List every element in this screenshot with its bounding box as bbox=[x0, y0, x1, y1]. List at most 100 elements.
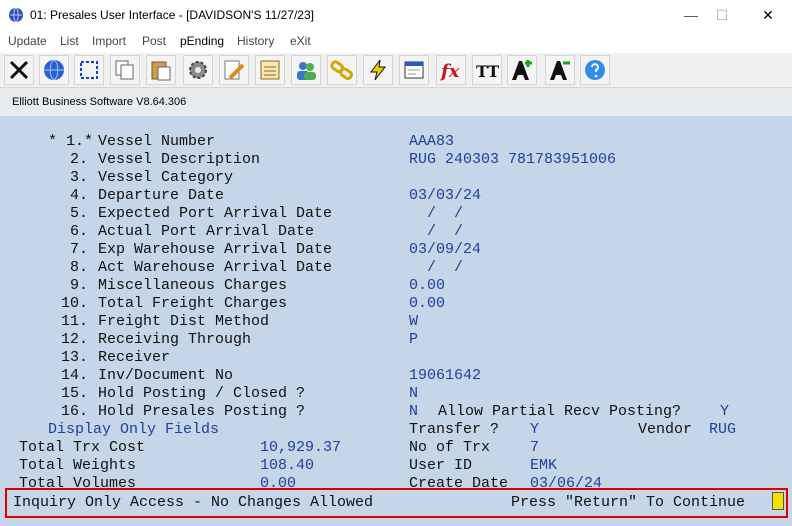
edit-icon[interactable] bbox=[219, 55, 249, 85]
field-mark-8: 8. bbox=[70, 259, 89, 276]
field-label-vessel-category: Vessel Category bbox=[98, 169, 234, 186]
field-label-freight-dist-method: Freight Dist Method bbox=[98, 313, 270, 330]
display-only-heading: Display Only Fields bbox=[48, 421, 220, 438]
field-mark-15: 15. bbox=[61, 385, 89, 402]
menu-update[interactable]: Update bbox=[8, 34, 47, 48]
software-version: Elliott Business Software V8.64.306 bbox=[12, 96, 187, 108]
field-mark-7: 7. bbox=[70, 241, 89, 258]
no-of-trx-label: No of Trx bbox=[409, 439, 491, 456]
field-label-inv-document-no: Inv/Document No bbox=[98, 367, 234, 384]
user-id-value: EMK bbox=[530, 457, 558, 474]
no-of-trx-value: 7 bbox=[530, 439, 540, 456]
field-value-departure-date[interactable]: 03/03/24 bbox=[409, 187, 481, 205]
gear-icon[interactable] bbox=[183, 55, 213, 85]
maximize-button[interactable]: ☐ bbox=[707, 4, 737, 26]
field-label-total-freight-charges: Total Freight Charges bbox=[98, 295, 288, 312]
field-value-total-freight-charges[interactable]: 0.00 bbox=[409, 295, 445, 313]
title-bar: 01: Presales User Interface - [DAVIDSON'… bbox=[0, 0, 792, 31]
allow-partial-label: Allow Partial Recv Posting? bbox=[438, 403, 682, 420]
field-mark-11: 11. bbox=[61, 313, 89, 330]
toolbar: fx TT bbox=[0, 53, 792, 88]
lightning-icon[interactable] bbox=[363, 55, 393, 85]
notes-icon[interactable] bbox=[255, 55, 285, 85]
field-value-vessel-description[interactable]: RUG 240303 781783951006 bbox=[409, 151, 616, 169]
field-value-misc-charges[interactable]: 0.00 bbox=[409, 277, 445, 295]
press-return-prompt: Press "Return" To Continue bbox=[511, 494, 746, 511]
field-value-receiving-through[interactable]: P bbox=[409, 331, 418, 349]
close-button[interactable]: ✕ bbox=[753, 4, 783, 26]
users-icon[interactable] bbox=[291, 55, 321, 85]
field-mark-3: 3. bbox=[70, 169, 89, 186]
field-mark-6: 6. bbox=[70, 223, 89, 240]
transfer-value: Y bbox=[530, 421, 540, 438]
menu-import[interactable]: Import bbox=[92, 34, 126, 48]
vendor-value: RUG bbox=[709, 421, 737, 438]
field-mark-13: 13. bbox=[61, 349, 89, 366]
menu-post[interactable]: Post bbox=[142, 34, 166, 48]
menu-pending[interactable]: pEnding bbox=[180, 34, 224, 48]
total-trx-cost-label: Total Trx Cost bbox=[19, 439, 146, 456]
menu-list[interactable]: List bbox=[60, 34, 79, 48]
vendor-label: Vendor bbox=[638, 421, 693, 438]
app-globe-icon bbox=[9, 7, 23, 23]
field-value-actual-port-arrival[interactable]: / / bbox=[409, 223, 463, 241]
paste-icon[interactable] bbox=[146, 55, 176, 85]
field-label-vessel-description: Vessel Description bbox=[98, 151, 261, 168]
copy-icon[interactable] bbox=[110, 55, 140, 85]
help-icon[interactable] bbox=[580, 55, 610, 85]
menu-history[interactable]: History bbox=[237, 34, 274, 48]
function-icon[interactable]: fx bbox=[436, 55, 466, 85]
field-label-hold-posting-closed: Hold Posting / Closed ? bbox=[98, 385, 306, 402]
terminal-screen: * 1.* Vessel Number AAA83 2. Vessel Desc… bbox=[0, 116, 792, 526]
field-value-hold-presales-posting[interactable]: N bbox=[409, 403, 418, 421]
select-icon[interactable] bbox=[74, 55, 104, 85]
menu-exit[interactable]: eXit bbox=[290, 34, 311, 48]
total-weights-value: 108.40 bbox=[260, 457, 315, 474]
field-label-act-warehouse-arrival: Act Warehouse Arrival Date bbox=[98, 259, 333, 276]
globe-icon[interactable] bbox=[39, 55, 69, 85]
field-label-actual-port-arrival: Actual Port Arrival Date bbox=[98, 223, 315, 240]
window-title: 01: Presales User Interface - [DAVIDSON'… bbox=[30, 8, 314, 22]
status-message-bar: Inquiry Only Access - No Changes Allowed… bbox=[5, 488, 788, 518]
field-label-expected-port-arrival: Expected Port Arrival Date bbox=[98, 205, 333, 222]
field-mark-2: 2. bbox=[70, 151, 89, 168]
field-mark-14: 14. bbox=[61, 367, 89, 384]
svg-text:TT: TT bbox=[476, 62, 499, 81]
field-mark-10: 10. bbox=[61, 295, 89, 312]
field-label-vessel-number: Vessel Number bbox=[98, 133, 216, 150]
field-mark-16: 16. bbox=[61, 403, 89, 420]
total-trx-cost-value: 10,929.37 bbox=[260, 439, 342, 456]
transfer-label: Transfer ? bbox=[409, 421, 500, 438]
menu-bar: Update List Import Post pEnding History … bbox=[0, 31, 792, 52]
field-value-exp-warehouse-arrival[interactable]: 03/09/24 bbox=[409, 241, 481, 259]
font-larger-icon[interactable] bbox=[507, 55, 537, 85]
software-version-bar: Elliott Business Software V8.64.306 bbox=[0, 88, 792, 116]
field-value-act-warehouse-arrival[interactable]: / / bbox=[409, 259, 463, 277]
minimize-button[interactable]: — bbox=[676, 4, 706, 26]
field-mark-12: 12. bbox=[61, 331, 89, 348]
allow-partial-value[interactable]: Y bbox=[720, 403, 729, 421]
close-x-icon[interactable] bbox=[4, 55, 34, 85]
window-icon[interactable] bbox=[399, 55, 429, 85]
field-value-inv-document-no[interactable]: 19061642 bbox=[409, 367, 481, 385]
user-id-label: User ID bbox=[409, 457, 473, 474]
link-icon[interactable] bbox=[327, 55, 357, 85]
field-mark-4: 4. bbox=[70, 187, 89, 204]
input-cursor[interactable] bbox=[772, 492, 784, 510]
text-format-icon[interactable]: TT bbox=[472, 55, 502, 85]
field-value-hold-posting-closed[interactable]: N bbox=[409, 385, 418, 403]
field-label-receiver: Receiver bbox=[98, 349, 171, 366]
svg-text:fx: fx bbox=[439, 61, 460, 82]
field-label-hold-presales-posting: Hold Presales Posting ? bbox=[98, 403, 306, 420]
field-mark-1: * 1.* bbox=[48, 133, 94, 150]
field-mark-5: 5. bbox=[70, 205, 89, 222]
field-label-departure-date: Departure Date bbox=[98, 187, 225, 204]
inquiry-only-message: Inquiry Only Access - No Changes Allowed bbox=[13, 494, 374, 511]
field-value-expected-port-arrival[interactable]: / / bbox=[409, 205, 463, 223]
field-label-exp-warehouse-arrival: Exp Warehouse Arrival Date bbox=[98, 241, 333, 258]
field-value-vessel-number[interactable]: AAA83 bbox=[409, 133, 454, 151]
field-value-freight-dist-method[interactable]: W bbox=[409, 313, 418, 331]
total-weights-label: Total Weights bbox=[19, 457, 137, 474]
field-mark-9: 9. bbox=[70, 277, 89, 294]
font-smaller-icon[interactable] bbox=[545, 55, 575, 85]
